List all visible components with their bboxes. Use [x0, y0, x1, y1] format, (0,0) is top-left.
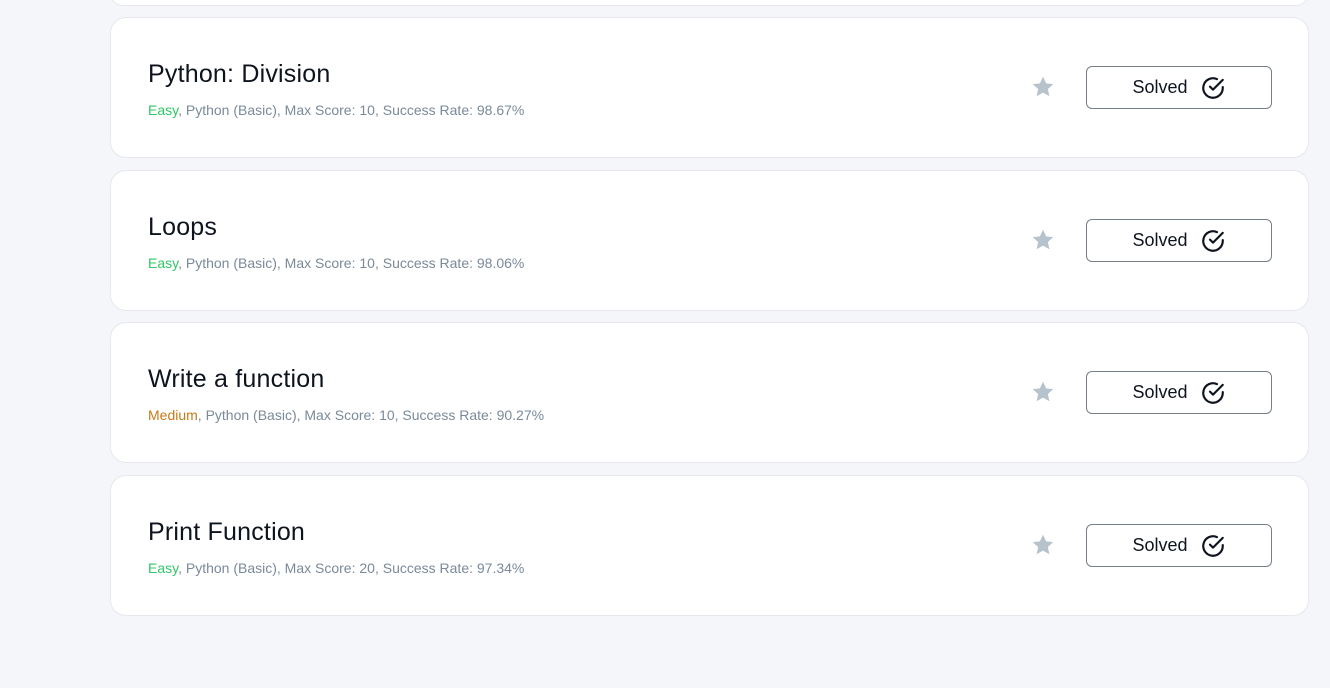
challenge-meta: Easy, Python (Basic), Max Score: 10, Suc… [148, 255, 524, 271]
challenge-title[interactable]: Loops [148, 213, 217, 242]
check-circle-icon [1201, 534, 1224, 557]
solved-button-label: Solved [1132, 535, 1188, 555]
challenge-details: , Python (Basic), Max Score: 10, Success… [178, 255, 525, 271]
solved-button[interactable]: Solved [1086, 524, 1272, 567]
challenge-card[interactable]: Write a function Medium, Python (Basic),… [110, 322, 1309, 463]
challenge-meta: Easy, Python (Basic), Max Score: 10, Suc… [148, 102, 524, 118]
challenge-meta: Medium, Python (Basic), Max Score: 10, S… [148, 407, 544, 423]
solved-button[interactable]: Solved [1086, 219, 1272, 262]
star-icon[interactable] [1030, 227, 1056, 253]
star-icon[interactable] [1030, 74, 1056, 100]
star-icon[interactable] [1030, 532, 1056, 558]
challenge-details: , Python (Basic), Max Score: 10, Success… [197, 407, 545, 423]
difficulty-label: Medium [148, 407, 198, 423]
challenge-card[interactable]: Loops Easy, Python (Basic), Max Score: 1… [110, 170, 1309, 311]
difficulty-label: Easy [148, 102, 179, 118]
challenge-card[interactable]: Print Function Easy, Python (Basic), Max… [110, 475, 1309, 616]
challenge-card-partial [110, 0, 1309, 6]
solved-button[interactable]: Solved [1086, 371, 1272, 414]
challenge-title[interactable]: Write a function [148, 365, 324, 394]
check-circle-icon [1201, 76, 1224, 99]
check-circle-icon [1201, 229, 1224, 252]
star-icon[interactable] [1030, 379, 1056, 405]
challenge-title[interactable]: Print Function [148, 518, 305, 547]
challenge-details: , Python (Basic), Max Score: 20, Success… [178, 560, 525, 576]
solved-button-label: Solved [1132, 382, 1188, 402]
difficulty-label: Easy [148, 255, 179, 271]
challenge-title[interactable]: Python: Division [148, 60, 330, 89]
challenge-meta: Easy, Python (Basic), Max Score: 20, Suc… [148, 560, 524, 576]
challenge-details: , Python (Basic), Max Score: 10, Success… [178, 102, 525, 118]
check-circle-icon [1201, 381, 1224, 404]
solved-button-label: Solved [1132, 77, 1188, 97]
difficulty-label: Easy [148, 560, 179, 576]
challenge-card[interactable]: Python: Division Easy, Python (Basic), M… [110, 17, 1309, 158]
solved-button-label: Solved [1132, 230, 1188, 250]
solved-button[interactable]: Solved [1086, 66, 1272, 109]
